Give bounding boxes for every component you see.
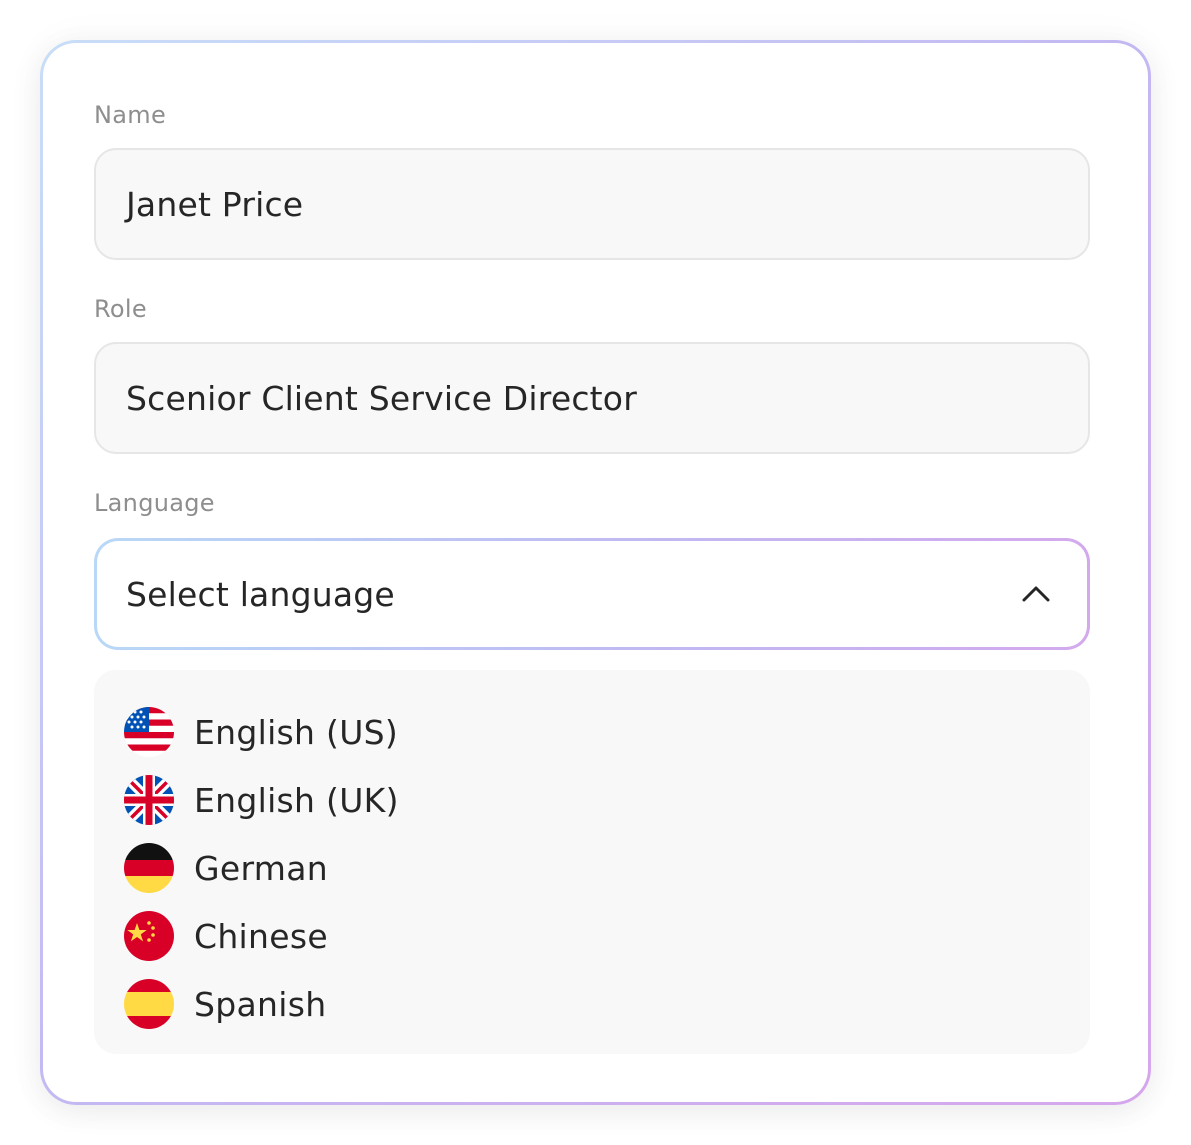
china-flag-icon	[124, 911, 174, 961]
language-option-label: Spanish	[194, 984, 327, 1024]
language-option-spanish[interactable]: Spanish	[94, 970, 1090, 1038]
us-flag-icon	[124, 707, 174, 757]
profile-card: Name Janet Price Role Scenior Client Ser…	[40, 40, 1151, 1105]
language-select-field[interactable]: Select language	[97, 541, 1087, 647]
language-option-label: Chinese	[194, 916, 328, 956]
language-option-german[interactable]: German	[94, 834, 1090, 902]
role-label: Role	[94, 295, 147, 323]
name-input-value: Janet Price	[126, 184, 304, 224]
germany-flag-icon	[124, 843, 174, 893]
language-dropdown-menu: English (US) English (UK) German Chinese…	[94, 670, 1090, 1054]
uk-flag-icon	[124, 775, 174, 825]
language-select[interactable]: Select language	[94, 538, 1090, 650]
language-option-chinese[interactable]: Chinese	[94, 902, 1090, 970]
language-option-english-uk[interactable]: English (UK)	[94, 766, 1090, 834]
chevron-up-icon[interactable]	[1021, 584, 1051, 604]
name-input[interactable]: Janet Price	[94, 148, 1090, 260]
language-select-placeholder: Select language	[126, 574, 395, 614]
language-option-english-us[interactable]: English (US)	[94, 698, 1090, 766]
language-label: Language	[94, 489, 215, 517]
spain-flag-icon	[124, 979, 174, 1029]
profile-form: Name Janet Price Role Scenior Client Ser…	[43, 43, 1148, 1102]
role-input-value: Scenior Client Service Director	[126, 378, 637, 418]
name-label: Name	[94, 101, 167, 129]
role-input[interactable]: Scenior Client Service Director	[94, 342, 1090, 454]
language-option-label: English (UK)	[194, 780, 399, 820]
language-option-label: English (US)	[194, 712, 399, 752]
language-option-label: German	[194, 848, 328, 888]
